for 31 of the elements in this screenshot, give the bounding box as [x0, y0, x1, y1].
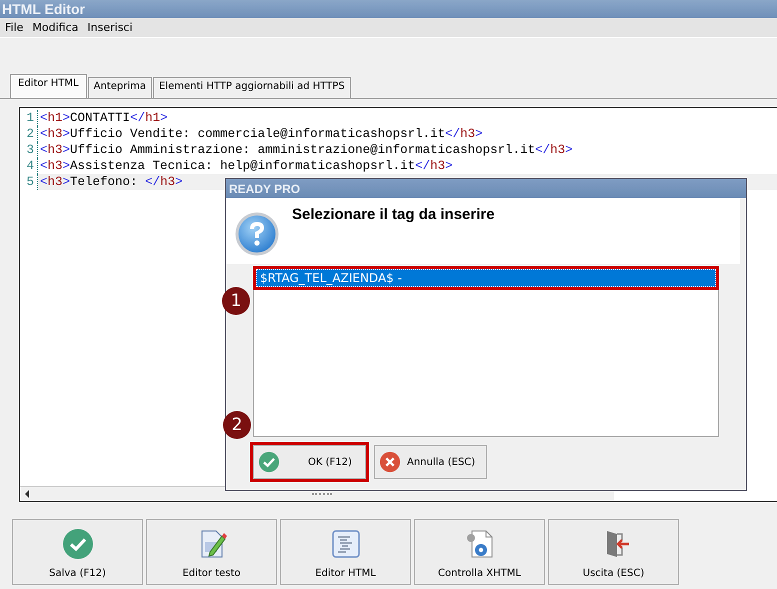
ok-button[interactable]: OK (F12): [253, 445, 366, 479]
toolbar-button[interactable]: Salva (F12): [12, 519, 143, 585]
check-icon: [258, 451, 280, 473]
window-title: HTML Editor: [2, 1, 85, 17]
dialog-message: Selezionare il tag da inserire: [292, 206, 495, 223]
code-line: <h1>CONTATTI</h1>: [40, 111, 168, 125]
list-item[interactable]: $RTAG_TEL_AZIENDA$ -: [256, 269, 716, 287]
code-line: <h3>Ufficio Amministrazione: amministrazione@informaticashopsrl.it</h3>: [40, 143, 573, 157]
toolbar-button[interactable]: Editor HTML: [280, 519, 411, 585]
menu-item[interactable]: File: [2, 21, 30, 34]
menu-item[interactable]: Modifica: [29, 21, 84, 34]
cancel-button[interactable]: Annulla (ESC): [374, 445, 487, 479]
toolbar-button[interactable]: Controlla XHTML: [414, 519, 545, 585]
tab[interactable]: Editor HTML: [10, 74, 87, 98]
check-icon: [62, 528, 94, 560]
tab[interactable]: Anteprima: [88, 77, 152, 98]
code-line: <h3>Assistenza Tecnica: help@informaticashopsrl.it</h3>: [40, 159, 453, 173]
document-lines-icon: [330, 528, 362, 560]
tag-list[interactable]: $RTAG_TEL_AZIENDA$ -: [253, 266, 719, 437]
cross-icon: [379, 451, 401, 473]
scroll-grip-icon: [312, 493, 332, 497]
dialog-title: READY PRO: [229, 182, 300, 196]
code-line: <h3>Telefono: </h3>: [40, 175, 183, 189]
toolbar-button[interactable]: Uscita (ESC): [548, 519, 679, 585]
code-line: <h3>Ufficio Vendite: commerciale@informaticashopsrl.it</h3>: [40, 127, 483, 141]
tab[interactable]: Elementi HTTP aggiornabili ad HTTPS: [152, 77, 351, 98]
menu-item[interactable]: Inserisci: [84, 21, 139, 34]
question-icon: [235, 212, 279, 256]
toolbar-button[interactable]: Editor testo: [146, 519, 277, 585]
left-arrow-icon[interactable]: [25, 490, 29, 498]
line-number: 5: [20, 174, 38, 190]
